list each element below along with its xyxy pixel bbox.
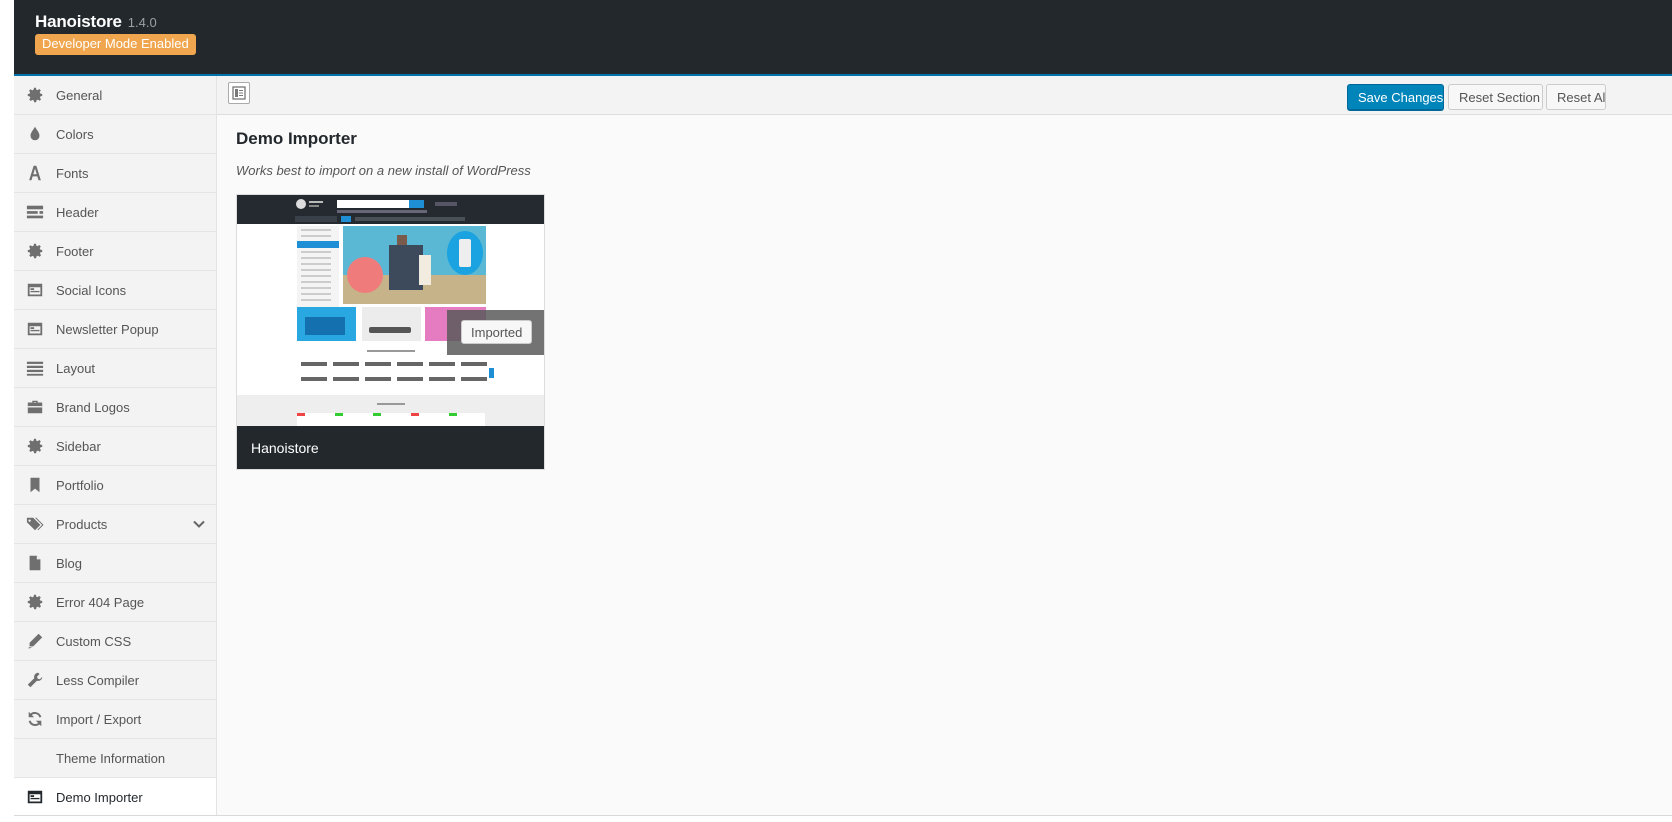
sidebar-item-sidebar[interactable]: Sidebar (14, 427, 216, 466)
sidebar-item-label: Theme Information (56, 751, 166, 766)
chevron-down-icon[interactable] (192, 517, 206, 531)
sidebar-item-label: Newsletter Popup (56, 322, 159, 337)
section-description: Works best to import on a new install of… (236, 163, 531, 178)
reset-section-button[interactable]: Reset Section (1448, 84, 1543, 110)
gear-icon (26, 437, 44, 455)
sidebar-item-label: Sidebar (56, 439, 101, 454)
window-icon (26, 281, 44, 299)
wrench-icon (26, 671, 44, 689)
bookmark-icon (26, 476, 44, 494)
sidebar-item-label: Layout (56, 361, 96, 376)
demo-name: Hanoistore (251, 440, 319, 456)
sidebar-item-less-compiler[interactable]: Less Compiler (14, 661, 216, 700)
toolbar: Save Changes Reset Section Reset All (217, 76, 1672, 115)
sidebar-item-label: Custom CSS (56, 634, 132, 649)
sidebar-item-label: Fonts (56, 166, 89, 181)
reset-all-button[interactable]: Reset All (1546, 84, 1606, 110)
sidebar-item-colors[interactable]: Colors (14, 115, 216, 154)
sidebar-item-label: Less Compiler (56, 673, 140, 688)
demo-screenshot: Imported (237, 195, 544, 426)
sidebar-item-label: Demo Importer (56, 790, 143, 805)
section-title: Demo Importer (236, 129, 357, 148)
imported-overlay: Imported (447, 310, 544, 355)
sidebar-item-products[interactable]: Products (14, 505, 216, 544)
sidebar-item-custom-css[interactable]: Custom CSS (14, 622, 216, 661)
sidebar-item-header[interactable]: Header (14, 193, 216, 232)
sidebar-item-fonts[interactable]: Fonts (14, 154, 216, 193)
sidebar-item-theme-information[interactable]: Theme Information (14, 739, 216, 778)
save-changes-button[interactable]: Save Changes (1347, 84, 1444, 110)
sidebar-item-layout[interactable]: Layout (14, 349, 216, 388)
theme-name: Hanoistore (35, 12, 122, 31)
sidebar-item-error-404-page[interactable]: Error 404 Page (14, 583, 216, 622)
sidebar: General Colors Fonts Header Footer Socia… (14, 76, 217, 815)
sidebar-item-brand-logos[interactable]: Brand Logos (14, 388, 216, 427)
gear-icon (26, 86, 44, 104)
theme-version: 1.4.0 (127, 15, 157, 30)
sidebar-item-portfolio[interactable]: Portfolio (14, 466, 216, 505)
brand: Hanoistore 1.4.0 (35, 12, 157, 32)
lines-icon (26, 359, 44, 377)
pencil-icon (26, 632, 44, 650)
window-icon (26, 788, 44, 806)
panel-header: Hanoistore 1.4.0 Developer Mode Enabled (14, 0, 1672, 76)
sidebar-item-label: Portfolio (56, 478, 104, 493)
sidebar-item-demo-importer[interactable]: Demo Importer (14, 778, 216, 815)
refresh-icon (26, 710, 44, 728)
sidebar-item-label: Social Icons (56, 283, 127, 298)
window-icon (26, 320, 44, 338)
gear-icon (26, 242, 44, 260)
sidebar-item-label: Error 404 Page (56, 595, 145, 610)
demo-card[interactable]: Imported Hanoistore (236, 194, 545, 470)
file-icon (26, 554, 44, 572)
sidebar-item-newsletter-popup[interactable]: Newsletter Popup (14, 310, 216, 349)
sidebar-item-blog[interactable]: Blog (14, 544, 216, 583)
sidebar-item-label: Colors (56, 127, 94, 142)
tags-icon (26, 515, 44, 533)
main-content: Save Changes Reset Section Reset All Dem… (217, 76, 1672, 815)
sidebar-item-footer[interactable]: Footer (14, 232, 216, 271)
sidebar-item-label: Import / Export (56, 712, 142, 727)
sidebar-item-label: Products (56, 517, 108, 532)
imported-status-button[interactable]: Imported (461, 320, 533, 344)
sidebar-item-label: Footer (56, 244, 94, 259)
layout-icon (232, 86, 246, 100)
options-panel: Hanoistore 1.4.0 Developer Mode Enabled G… (14, 0, 1672, 816)
sidebar-item-general[interactable]: General (14, 76, 216, 115)
sidebar-item-social-icons[interactable]: Social Icons (14, 271, 216, 310)
sidebar-item-label: Header (56, 205, 99, 220)
drop-icon (26, 125, 44, 143)
sidebar-item-label: General (56, 88, 103, 103)
gear-icon (26, 593, 44, 611)
demo-card-footer: Hanoistore (237, 426, 544, 469)
expand-options-button[interactable] (228, 82, 250, 104)
sidebar-item-label: Brand Logos (56, 400, 130, 415)
sidebar-item-import-export[interactable]: Import / Export (14, 700, 216, 739)
developer-mode-badge: Developer Mode Enabled (35, 34, 196, 55)
sidebar-item-label: Blog (56, 556, 83, 571)
header-icon (26, 203, 44, 221)
font-icon (26, 164, 44, 182)
briefcase-icon (26, 398, 44, 416)
